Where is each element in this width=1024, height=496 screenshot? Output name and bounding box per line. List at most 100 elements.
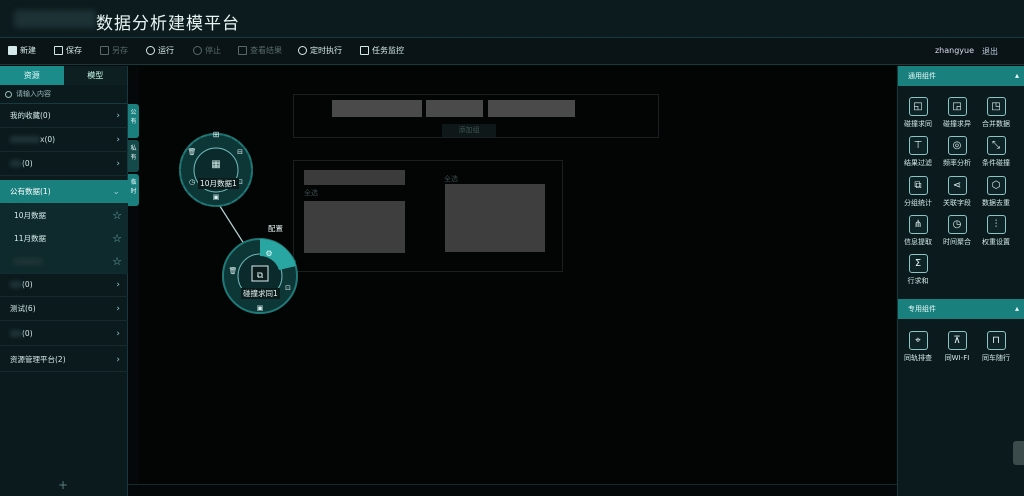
new-icon [8, 46, 17, 55]
blurred-text [10, 160, 22, 167]
save-button[interactable]: 保存 [54, 45, 82, 56]
tree-item-favorites[interactable]: 我的收藏(0) › [0, 104, 128, 128]
tree-label: 公有数据(1) [10, 187, 51, 196]
tool-extract[interactable]: ⋔ 信息提取 [898, 215, 938, 247]
chevron-right-icon: › [116, 304, 120, 314]
stop-button[interactable]: 停止 [193, 45, 221, 56]
app-title: 数据分析建模平台 [96, 14, 240, 34]
title-bar: 数据分析建模平台 [0, 0, 1024, 38]
chevron-right-icon: › [116, 111, 120, 121]
tool-row-sum[interactable]: Σ 行求和 [898, 254, 938, 286]
add-button[interactable]: + [58, 478, 68, 492]
result-label: 查看结果 [250, 46, 282, 55]
tree-item-2[interactable]: x(0) › [0, 128, 128, 152]
tree-item-blurred[interactable]: ☆ [0, 250, 128, 274]
tab-model[interactable]: 模型 [63, 66, 127, 85]
chevron-right-icon: › [116, 355, 120, 365]
chevron-right-icon: › [116, 280, 120, 290]
new-label: 新建 [20, 46, 36, 55]
tree-item-test[interactable]: 测试(6) › [0, 297, 128, 321]
node2-label: 碰撞求同1 [241, 288, 280, 299]
tree-item-resmgr[interactable]: 资源管理平台(2) › [0, 348, 128, 372]
saveas-icon [100, 46, 109, 55]
view-result-button[interactable]: 查看结果 [238, 45, 282, 56]
monitor-button[interactable]: 任务监控 [360, 45, 404, 56]
node-ring-1[interactable]: ▦ ⊞ ⊟ 🗑 ◷ ⊡ ▣ [179, 130, 253, 207]
tab-resource[interactable]: 资源 [0, 66, 64, 85]
tool-group-stats[interactable]: ⧉ 分组统计 [898, 176, 938, 208]
tool-time-aggregate[interactable]: ◷ 时间聚合 [937, 215, 977, 247]
new-button[interactable]: 新建 [8, 45, 36, 56]
tree-item-nov[interactable]: 11月数据 ☆ [0, 227, 128, 251]
sigma-icon: Σ [908, 254, 928, 273]
caret-up-icon: ▴ [1014, 304, 1019, 313]
blurred-text [10, 136, 40, 143]
chevron-right-icon: › [116, 329, 120, 339]
tree-label: 我的收藏(0) [10, 111, 51, 120]
schedule-button[interactable]: 定时执行 [298, 45, 342, 56]
tree-label: 10月数据 [14, 211, 47, 220]
tool-filter[interactable]: ⊤ 结果过滤 [898, 136, 938, 168]
saveas-button[interactable]: 另存 [100, 45, 128, 56]
tree-item-public[interactable]: 公有数据(1) ⌄ [0, 180, 128, 204]
star-icon[interactable]: ☆ [112, 209, 122, 222]
merge-icon: ◳ [986, 97, 1006, 116]
blurred-logo [14, 10, 96, 28]
tool-condition[interactable]: ⤡ 条件碰撞 [976, 136, 1016, 168]
tool-merge[interactable]: ◳ 合并数据 [976, 97, 1016, 129]
saveas-label: 另存 [112, 46, 128, 55]
section-special[interactable]: 专用组件 ▴ [898, 299, 1024, 319]
chevron-down-icon: ⌄ [112, 187, 120, 197]
time-aggregate-icon: ◷ [947, 215, 967, 234]
svg-text:⧉: ⧉ [257, 271, 264, 281]
wifi-icon: ⊼ [947, 331, 967, 350]
svg-text:▦: ▦ [211, 159, 220, 170]
relate-field-icon: ⋖ [947, 176, 967, 195]
monitor-icon [360, 46, 369, 55]
node-ring-2[interactable]: ⧉ ⚙ 🗑 ⊡ ▣ [222, 238, 298, 314]
track-icon: ⌖ [908, 331, 928, 350]
tool-relate-field[interactable]: ⋖ 关联字段 [937, 176, 977, 208]
tool-collide-same[interactable]: ◱ 碰撞求同 [898, 97, 938, 129]
svg-text:◷: ◷ [189, 178, 196, 186]
tool-car[interactable]: ⊓ 同车随行 [976, 331, 1016, 363]
vtab-temp[interactable]: 临时 [128, 174, 139, 206]
tree-item-oct[interactable]: 10月数据 ☆ [0, 204, 128, 228]
extract-icon: ⋔ [908, 215, 928, 234]
car-icon: ⊓ [986, 331, 1006, 350]
model-canvas[interactable]: 添加组 全选 全选 ▦ ⊞ ⊟ 🗑 ◷ ⊡ ▣ ⧉ ⚙ 🗑 ⊡ ▣ 10月数据1… [139, 66, 896, 484]
vtab-public[interactable]: 公有 [128, 104, 139, 138]
search-input[interactable]: 请输入内容 [16, 89, 51, 99]
username: zhangyue [934, 46, 974, 55]
tool-weight[interactable]: ⫶ 权重设置 [976, 215, 1016, 247]
tree-item-9[interactable]: (0) › [0, 322, 128, 346]
logout-link[interactable]: 退出 [982, 46, 998, 57]
tree-label: 11月数据 [14, 234, 47, 243]
section-title: 通用组件 [908, 72, 936, 80]
section-common[interactable]: 通用组件 ▴ [898, 66, 1024, 86]
section-title: 专用组件 [908, 305, 936, 313]
tool-track[interactable]: ⌖ 同轨排查 [898, 331, 938, 363]
star-icon[interactable]: ☆ [112, 255, 122, 268]
side-handle[interactable] [1013, 441, 1024, 465]
tool-collide-diff[interactable]: ◲ 碰撞求异 [937, 97, 977, 129]
run-button[interactable]: 运行 [146, 45, 174, 56]
search-bar[interactable]: 请输入内容 [0, 85, 127, 104]
save-icon [54, 46, 63, 55]
tool-wifi[interactable]: ⊼ 同WI-FI [937, 331, 977, 363]
tool-dedupe[interactable]: ⬡ 数据去重 [976, 176, 1016, 208]
dedupe-icon: ⬡ [986, 176, 1006, 195]
tree-label: 资源管理平台(2) [10, 355, 66, 364]
node-graph: ▦ ⊞ ⊟ 🗑 ◷ ⊡ ▣ ⧉ ⚙ 🗑 ⊡ ▣ [179, 130, 298, 314]
clock-icon [298, 46, 307, 55]
vtab-private[interactable]: 私有 [128, 140, 139, 172]
play-icon [146, 46, 155, 55]
tree-item-3[interactable]: (0) › [0, 152, 128, 176]
svg-text:▣: ▣ [257, 304, 264, 312]
svg-text:⊡: ⊡ [285, 284, 291, 292]
tree-item-7[interactable]: (0) › [0, 273, 128, 297]
stop-icon [193, 46, 202, 55]
tool-frequency[interactable]: ◎ 频率分析 [937, 136, 977, 168]
star-icon[interactable]: ☆ [112, 232, 122, 245]
result-icon [238, 46, 247, 55]
